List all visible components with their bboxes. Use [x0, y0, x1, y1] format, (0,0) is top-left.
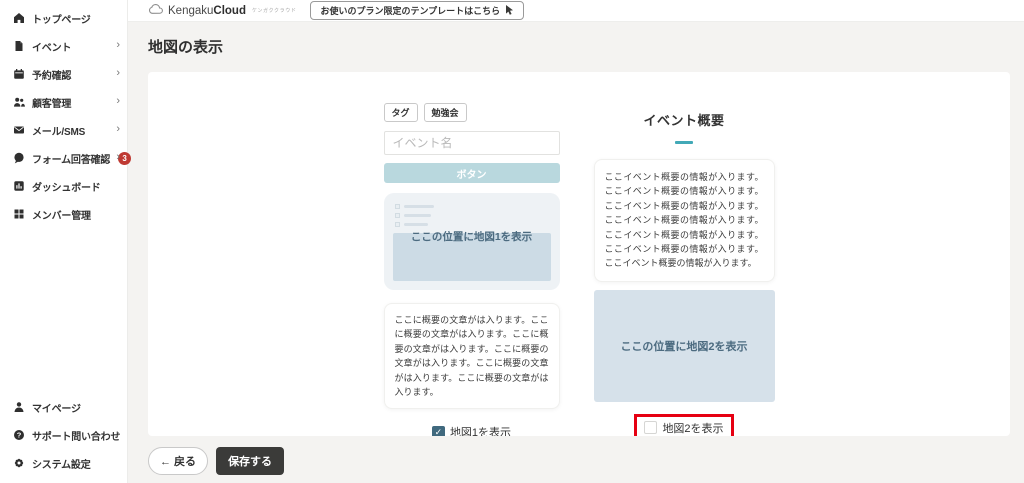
sidebar-item-label: マイページ [32, 400, 81, 415]
chevron-right-icon [116, 123, 120, 135]
tag-chip: 勉強会 [424, 103, 467, 122]
plan-template-button[interactable]: お使いのプラン限定のテンプレートはこちら [310, 1, 524, 20]
main-content: 地図の表示 タグ 勉強会 ボタン ここの位置に地図1を表示 [128, 22, 1024, 483]
user-icon [13, 401, 25, 413]
gear-icon [13, 457, 25, 469]
chevron-right-icon [116, 428, 120, 440]
map2-placeholder-text: ここの位置に地図2を表示 [620, 338, 747, 354]
help-icon: ? [13, 429, 25, 441]
sidebar-item-label: メンバー管理 [32, 207, 91, 222]
heading-accent-bar [675, 141, 693, 144]
map-settings-panel: タグ 勉強会 ボタン ここの位置に地図1を表示 ここに概要の文章がは入ります。こ… [148, 72, 1010, 436]
customers-icon [13, 96, 25, 108]
brand-tagline: ケンガククラウド [252, 7, 296, 14]
sidebar-item-label: メール/SMS [32, 123, 85, 138]
event-name-input [384, 131, 560, 155]
chevron-right-icon [116, 67, 120, 79]
brand-name: KengakuCloud [168, 5, 246, 17]
sidebar-item-support[interactable]: ? サポート問い合わせ [0, 421, 127, 449]
top-bar: KengakuCloud ケンガククラウド お使いのプラン限定のテンプレートはこ… [128, 0, 1024, 22]
sidebar-item-members[interactable]: メンバー管理 [0, 200, 127, 228]
sidebar-item-event[interactable]: イベント [0, 32, 127, 60]
map1-checkbox[interactable] [432, 426, 445, 436]
summary-text-card: ここに概要の文章がは入ります。ここに概要の文章がは入ります。ここに概要の文章がは… [384, 303, 560, 409]
sidebar-item-label: サポート問い合わせ [32, 428, 120, 443]
sidebar-item-customers[interactable]: 顧客管理 [0, 88, 127, 116]
footer-actions: ← 戻る 保存する [148, 447, 1010, 475]
chat-icon [13, 152, 25, 164]
map1-preview-card: ここの位置に地図1を表示 [384, 193, 560, 290]
overview-text-card: ここイベント概要の情報が入ります。ここイベント概要の情報が入ります。ここイベント… [594, 159, 775, 282]
mail-icon [13, 124, 25, 136]
map1-placeholder-text: ここの位置に地図1を表示 [384, 229, 560, 244]
chevron-right-icon [116, 95, 120, 107]
back-button[interactable]: ← 戻る [148, 447, 208, 475]
sidebar-nav: トップページ イベント 予約確認 顧客管理 メール/SMS フォーム回答確認 3 [0, 0, 127, 228]
map2-checkbox-label: 地図2を表示 [662, 420, 723, 436]
cursor-icon [505, 5, 514, 17]
map2-visibility-checkbox-row-highlighted[interactable]: 地図2を表示 [634, 414, 733, 436]
sidebar-item-label: トップページ [32, 11, 91, 26]
skeleton-lines [395, 204, 434, 231]
sidebar-item-reservation[interactable]: 予約確認 [0, 60, 127, 88]
brand-logo: KengakuCloud ケンガククラウド [148, 2, 296, 20]
map2-checkbox[interactable] [644, 421, 657, 434]
sidebar-item-label: ダッシュボード [32, 179, 101, 194]
sidebar-item-label: フォーム回答確認 [32, 151, 110, 166]
chevron-right-icon [116, 39, 120, 51]
overview-heading: イベント概要 [594, 110, 775, 129]
map1-checkbox-label: 地図1を表示 [450, 424, 511, 436]
preview-column-right: イベント概要 ここイベント概要の情報が入ります。ここイベント概要の情報が入ります… [594, 103, 775, 436]
sidebar-item-dashboard[interactable]: ダッシュボード [0, 172, 127, 200]
members-icon [13, 208, 25, 220]
map1-visibility-checkbox-row[interactable]: 地図1を表示 [384, 424, 560, 436]
calendar-icon [13, 68, 25, 80]
sidebar-bottom-nav: マイページ ? サポート問い合わせ システム設定 [0, 393, 127, 477]
preview-button: ボタン [384, 163, 560, 183]
home-icon [13, 12, 25, 24]
page-title: 地図の表示 [148, 30, 1010, 72]
tag-chip: タグ [384, 103, 418, 122]
sidebar-item-top-page[interactable]: トップページ [0, 4, 127, 32]
svg-text:?: ? [17, 431, 22, 440]
event-icon [13, 40, 25, 52]
sidebar-item-label: システム設定 [32, 456, 91, 471]
save-button[interactable]: 保存する [216, 447, 284, 475]
map2-placeholder-area: ここの位置に地図2を表示 [594, 290, 775, 402]
sidebar-item-form-responses[interactable]: フォーム回答確認 3 [0, 144, 127, 172]
sidebar-item-label: 顧客管理 [32, 95, 71, 110]
sidebar-item-label: 予約確認 [32, 67, 71, 82]
dashboard-icon [13, 180, 25, 192]
sidebar-item-system-settings[interactable]: システム設定 [0, 449, 127, 477]
chevron-right-icon [116, 151, 120, 163]
sidebar-item-label: イベント [32, 39, 71, 54]
sidebar-item-mail-sms[interactable]: メール/SMS [0, 116, 127, 144]
plan-template-button-label: お使いのプラン限定のテンプレートはこちら [320, 4, 500, 17]
sidebar-item-my-page[interactable]: マイページ [0, 393, 127, 421]
preview-column-left: タグ 勉強会 ボタン ここの位置に地図1を表示 ここに概要の文章がは入ります。こ… [384, 103, 560, 436]
cloud-icon [148, 2, 164, 20]
sidebar: トップページ イベント 予約確認 顧客管理 メール/SMS フォーム回答確認 3 [0, 0, 128, 483]
tag-chips: タグ 勉強会 [384, 103, 560, 122]
